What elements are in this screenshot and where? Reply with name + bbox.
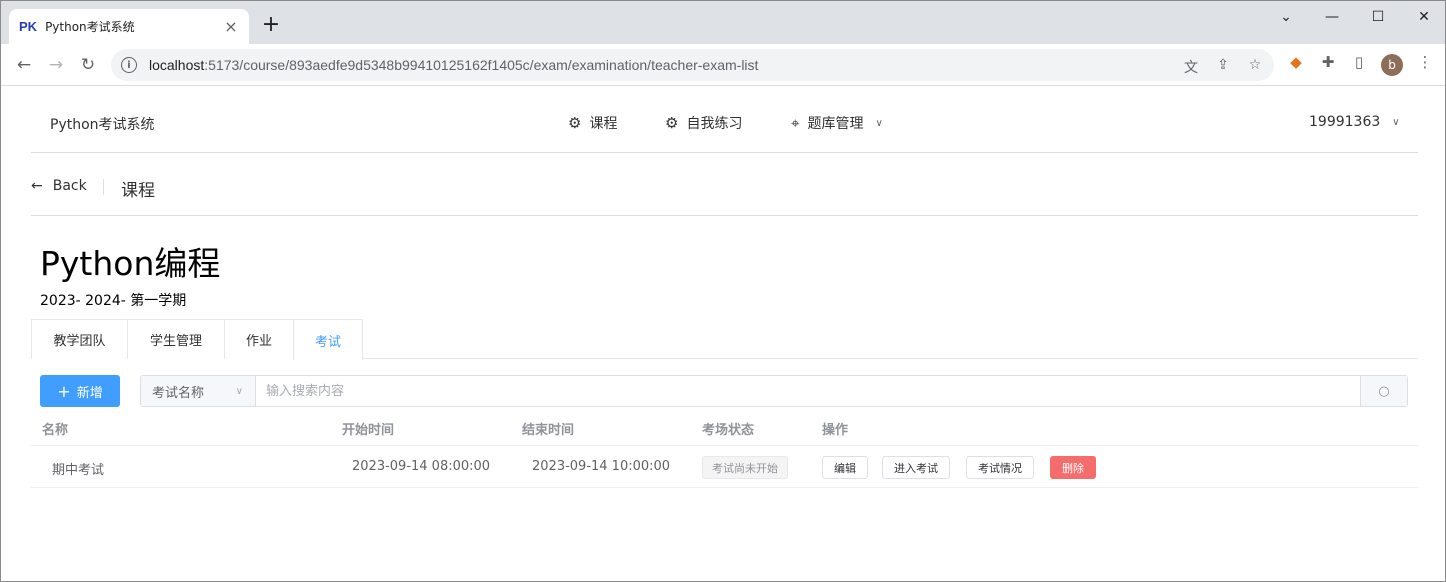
profile-avatar[interactable]: b [1381, 54, 1403, 76]
column-header-start: 开始时间 [342, 423, 395, 438]
side-panel-icon[interactable]: ▯ [1349, 53, 1369, 71]
metamask-extension-icon[interactable]: ◆ [1286, 53, 1306, 71]
chevron-down-icon[interactable]: ⌄ [1263, 1, 1309, 33]
exam-table: 名称 开始时间 结束时间 考场状态 操作 期中考试 2023-09-14 08:… [31, 412, 1418, 488]
gear-icon: ⚙ [665, 114, 679, 132]
search-button[interactable]: ○ [1360, 376, 1407, 406]
new-tab-icon[interactable]: + [259, 13, 283, 37]
column-header-status: 考场状态 [702, 423, 755, 438]
site-info-icon[interactable]: i [121, 57, 137, 73]
tab-strip: PK Python考试系统 × + ⌄ — ☐ ✕ [1, 1, 1445, 44]
tab-favicon: PK [19, 19, 38, 34]
maximize-icon[interactable]: ☐ [1355, 1, 1401, 33]
address-bar[interactable]: i localhost:5173/course/893aedfe9d5348b9… [111, 49, 1274, 81]
column-header-end: 结束时间 [522, 423, 575, 438]
back-arrow-icon[interactable]: ← [11, 52, 37, 78]
url-host: localhost [149, 57, 205, 73]
plus-icon: + [57, 381, 71, 401]
chevron-down-icon: ∨ [875, 117, 883, 129]
add-button-label: 新增 [76, 385, 103, 401]
reload-icon[interactable]: ↻ [75, 52, 101, 78]
column-header-name: 名称 [42, 423, 69, 438]
bookmark-star-icon[interactable]: ☆ [1247, 57, 1263, 73]
back-arrow-icon: ← [31, 178, 43, 194]
window-close-icon[interactable]: ✕ [1401, 1, 1445, 33]
exam-status-button[interactable]: 考试情况 [966, 456, 1034, 479]
tab-homework[interactable]: 作业 [224, 319, 294, 359]
course-title: Python编程 [40, 244, 221, 283]
page-header: ← Back 课程 [31, 154, 1418, 216]
translate-icon[interactable]: 文 [1183, 57, 1199, 77]
gear-icon: ⚙ [568, 114, 582, 132]
tab-student-management[interactable]: 学生管理 [127, 319, 225, 359]
chevron-down-icon: ∨ [1392, 116, 1400, 128]
tab-exam[interactable]: 考试 [293, 319, 363, 360]
brand-title: Python考试系统 [50, 117, 155, 133]
divider [103, 179, 104, 195]
delete-button[interactable]: 删除 [1050, 456, 1096, 479]
menu-item-label: 自我练习 [686, 116, 743, 132]
menu-item-self-practice[interactable]: ⚙ 自我练习 [665, 113, 742, 133]
search-icon: ○ [1378, 383, 1390, 399]
course-term: 2023- 2024- 第一学期 [40, 293, 187, 309]
search-group: 考试名称 ∨ ○ [140, 375, 1408, 407]
extensions-puzzle-icon[interactable]: ✚ [1318, 53, 1338, 71]
search-field-select[interactable]: 考试名称 ∨ [141, 376, 256, 406]
forward-arrow-icon[interactable]: → [43, 52, 69, 78]
app-header: Python考试系统 ⚙ 课程 ⚙ 自我练习 ⌖ 题库管理 ∨ 19991363… [31, 87, 1418, 153]
url-text: localhost:5173/course/893aedfe9d5348b994… [149, 57, 758, 73]
browser-tab[interactable]: PK Python考试系统 × [9, 9, 249, 44]
username: 19991363 [1309, 114, 1381, 130]
page-title: 课程 [121, 181, 155, 201]
menu-item-question-bank[interactable]: ⌖ 题库管理 ∨ [791, 113, 883, 133]
search-input[interactable] [256, 376, 1360, 406]
back-button[interactable]: ← Back [31, 178, 87, 194]
table-row: 期中考试 2023-09-14 08:00:00 2023-09-14 10:0… [31, 446, 1418, 488]
chevron-down-icon: ∨ [235, 386, 243, 397]
user-dropdown[interactable]: 19991363 ∨ [1309, 114, 1400, 130]
course-tabs: 教学团队 学生管理 作业 考试 [31, 319, 1418, 360]
menu-item-label: 题库管理 [807, 116, 864, 132]
add-exam-button[interactable]: + 新增 [40, 375, 120, 407]
search-field-value: 考试名称 [152, 385, 205, 401]
close-tab-icon[interactable]: × [223, 17, 239, 36]
browser-toolbar: ← → ↻ i localhost:5173/course/893aedfe9d… [1, 44, 1445, 86]
share-icon[interactable]: ⇪ [1215, 57, 1231, 73]
minimize-icon[interactable]: — [1309, 1, 1355, 33]
enter-exam-button[interactable]: 进入考试 [882, 456, 950, 479]
exam-name: 期中考试 [52, 463, 105, 478]
tab-title: Python考试系统 [45, 20, 135, 34]
browser-window: PK Python考试系统 × + ⌄ — ☐ ✕ ← → ↻ i localh… [0, 0, 1446, 582]
browser-menu-icon[interactable]: ⋮ [1415, 53, 1435, 71]
url-path: :5173/course/893aedfe9d5348b99410125162f… [204, 57, 759, 73]
location-pin-icon: ⌖ [791, 114, 800, 132]
back-label: Back [52, 178, 87, 194]
edit-button[interactable]: 编辑 [822, 456, 868, 479]
menu-item-label: 课程 [589, 116, 618, 132]
exam-start-time: 2023-09-14 08:00:00 [352, 459, 491, 474]
table-header: 名称 开始时间 结束时间 考场状态 操作 [31, 412, 1418, 446]
exam-end-time: 2023-09-14 10:00:00 [532, 459, 671, 474]
tab-teaching-team[interactable]: 教学团队 [31, 319, 128, 359]
status-badge: 考试尚未开始 [702, 456, 788, 479]
column-header-actions: 操作 [822, 423, 849, 438]
menu-item-course[interactable]: ⚙ 课程 [568, 113, 617, 133]
